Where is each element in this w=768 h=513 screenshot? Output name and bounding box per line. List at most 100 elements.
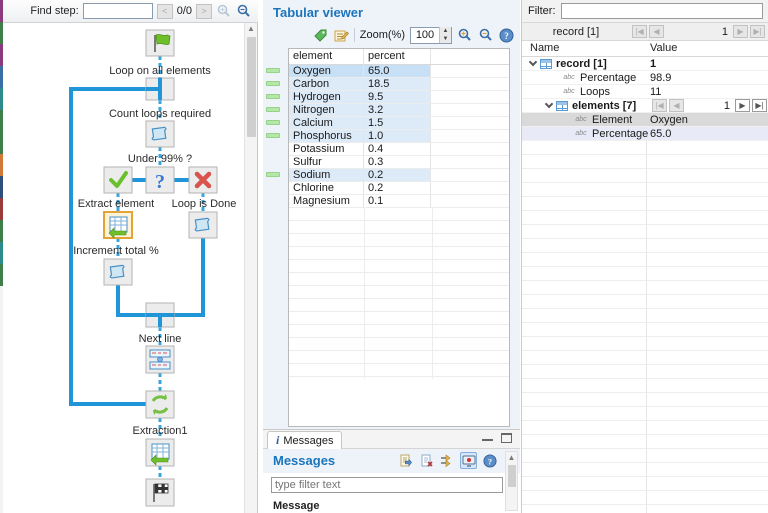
table-row[interactable]: Sulfur 0.3 (289, 156, 509, 169)
monitor-filter-icon[interactable] (460, 452, 477, 469)
last-page-button[interactable]: ▶| (752, 99, 767, 112)
next-page-button[interactable]: ▶ (735, 99, 750, 112)
tree-row-percentage[interactable]: abc Percentage 98.9 (522, 71, 768, 85)
tree-row-elements[interactable]: elements [7] |◀ ◀ 1 ▶ ▶| (522, 99, 768, 113)
table-extract-icon (108, 216, 128, 239)
record-columns-header: Name Value (522, 41, 768, 57)
help-icon[interactable]: ? (481, 452, 498, 469)
scroll-thumb[interactable] (247, 37, 256, 137)
column-header-element[interactable]: element (289, 49, 364, 64)
zoom-spinner[interactable]: ▲ ▼ (439, 27, 451, 43)
first-page-button[interactable]: |◀ (632, 25, 647, 38)
zoom-in-icon[interactable] (216, 3, 232, 19)
chevron-down-icon[interactable] (544, 99, 554, 109)
table-row[interactable]: Chlorine 0.2 (289, 182, 509, 195)
increment-junction-connector (116, 285, 146, 317)
tabular-toolbar: Zoom(%) 100 ▲ ▼ ? (313, 25, 514, 45)
prev-page-button[interactable]: ◀ (649, 25, 664, 38)
first-page-button[interactable]: |◀ (652, 99, 667, 112)
record-filter-input[interactable] (560, 3, 763, 19)
tag-icon[interactable] (313, 28, 328, 43)
abc-type-icon: abc (575, 130, 587, 137)
table-header[interactable]: element percent (289, 49, 509, 65)
table-row[interactable]: Phosphorus 1.0 (289, 130, 509, 143)
table-row[interactable]: Calcium 1.5 (289, 117, 509, 130)
tree-row-record[interactable]: record [1] 1 (522, 57, 768, 71)
zoom-input-group: 100 ▲ ▼ (410, 26, 452, 44)
table-row[interactable]: Potassium 0.4 (289, 143, 509, 156)
clear-log-icon[interactable] (418, 452, 435, 469)
help-icon[interactable]: ? (499, 28, 514, 43)
find-step-input[interactable] (82, 3, 153, 19)
extraction-node[interactable] (145, 438, 175, 467)
flow-scrollbar[interactable]: ▲ (244, 23, 257, 513)
last-page-button[interactable]: ▶| (750, 25, 765, 38)
table-row[interactable]: Oxygen 65.0 (289, 65, 509, 78)
spin-up-icon[interactable]: ▲ (440, 27, 451, 35)
cross-node[interactable] (188, 166, 218, 194)
empty-rows (289, 208, 509, 379)
start-node[interactable] (145, 29, 175, 57)
node-label: Count loops required (109, 108, 211, 120)
workflow-app-window: Find step: < 0/0 > Loop on all elements … (0, 0, 768, 513)
question-icon: ? (155, 171, 165, 193)
chevron-down-icon[interactable] (528, 57, 538, 67)
spin-down-icon[interactable]: ▼ (440, 35, 451, 43)
table-row[interactable]: Sodium 0.2 (289, 169, 509, 182)
done-junction-connector (174, 238, 205, 317)
row-marker (266, 133, 280, 138)
zoom-out-icon[interactable] (478, 27, 494, 43)
zoom-out-icon[interactable] (236, 3, 252, 19)
tree-row-loops[interactable]: abc Loops 11 (522, 85, 768, 99)
table-row[interactable]: Hydrogen 9.5 (289, 91, 509, 104)
column-header-empty[interactable] (431, 49, 509, 64)
export-table-icon[interactable] (333, 28, 349, 43)
export-log-icon[interactable] (397, 452, 414, 469)
zoom-value-input[interactable]: 100 (411, 29, 439, 41)
scroll-up-icon[interactable]: ▲ (506, 452, 517, 464)
minimize-icon[interactable] (482, 433, 493, 441)
record-nav-row: record [1] |◀ ◀ 1 ▶ ▶| (522, 23, 768, 41)
find-prev-button[interactable]: < (156, 3, 173, 19)
zoom-in-icon[interactable] (457, 27, 473, 43)
tab-messages[interactable]: i Messages (267, 431, 343, 449)
scroll-up-icon[interactable]: ▲ (245, 23, 257, 35)
scroll-thumb[interactable] (508, 465, 516, 487)
column-header-value[interactable]: Value (650, 42, 677, 54)
junction-node[interactable] (145, 302, 175, 328)
tree-row-element[interactable]: abc Element Oxygen (522, 113, 768, 127)
junction-node[interactable] (145, 77, 175, 101)
column-header-percent[interactable]: percent (364, 49, 431, 64)
messages-filter-input[interactable] (271, 477, 503, 493)
scroll-lock-icon[interactable] (439, 452, 456, 469)
row-marker (266, 94, 280, 99)
question-node[interactable]: ? (145, 166, 175, 194)
node-label: Loop is Done (172, 198, 237, 210)
extract-element-node[interactable] (103, 211, 133, 239)
table-row[interactable]: Magnesium 0.1 (289, 195, 509, 208)
record-tree: record [1] 1 abc Percentage 98.9 abc Loo… (522, 57, 768, 513)
record-filter-row: Filter: (522, 0, 768, 23)
column-header-name[interactable]: Name (530, 42, 559, 54)
next-line-node[interactable] (145, 345, 175, 374)
check-node[interactable] (103, 166, 133, 194)
messages-column-header[interactable]: Message (273, 500, 319, 512)
row-marker (266, 68, 280, 73)
tree-row-element-percentage[interactable]: abc Percentage 65.0 (522, 127, 768, 141)
abc-type-icon: abc (575, 116, 587, 123)
node-label: Extraction1 (132, 425, 187, 437)
maximize-icon[interactable] (501, 433, 512, 443)
count-loops-node[interactable] (145, 120, 175, 148)
messages-scrollbar[interactable]: ▲ (505, 451, 518, 511)
prev-page-button[interactable]: ◀ (669, 99, 684, 112)
finish-node[interactable] (145, 478, 175, 507)
info-icon: i (276, 433, 280, 447)
table-row[interactable]: Nitrogen 3.2 (289, 104, 509, 117)
increment-node[interactable] (103, 258, 133, 286)
next-page-button[interactable]: ▶ (733, 25, 748, 38)
find-next-button[interactable]: > (196, 3, 212, 19)
loop-refresh-node[interactable] (145, 390, 175, 419)
table-row[interactable]: Carbon 18.5 (289, 78, 509, 91)
loop-done-node[interactable] (188, 211, 218, 239)
flow-canvas[interactable]: Loop on all elements Count loops require… (3, 23, 257, 513)
